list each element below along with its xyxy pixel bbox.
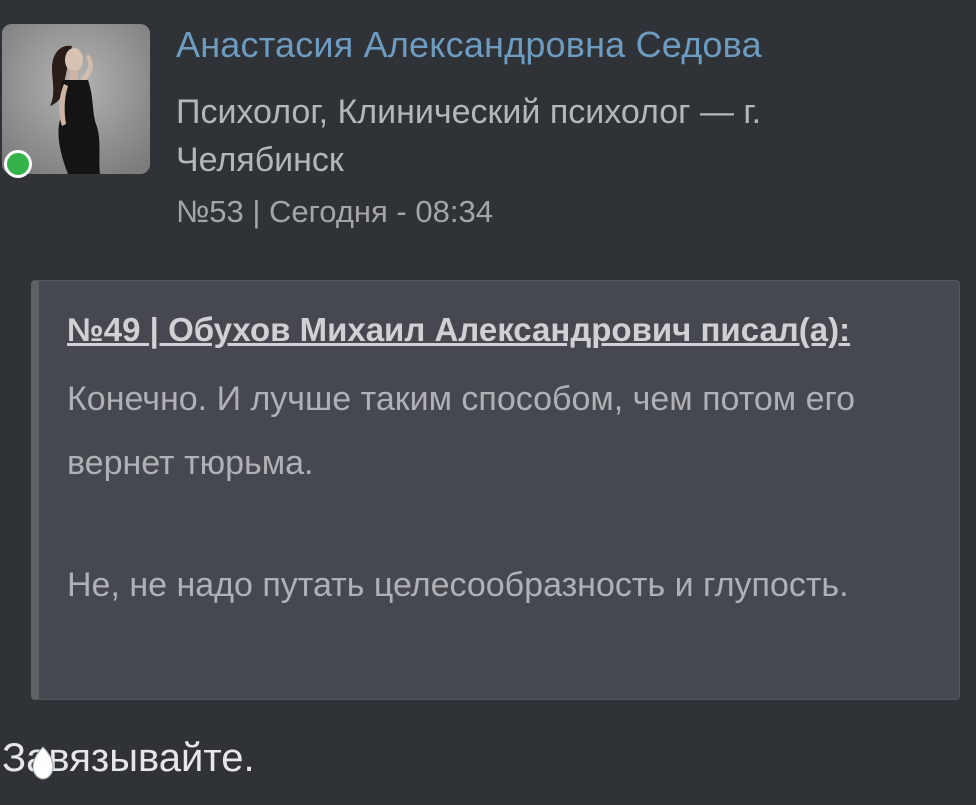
post-header: Анастасия Александровна Седова Психолог,…: [0, 0, 976, 260]
quote-body: Конечно. И лучше таким способом, чем пот…: [67, 367, 947, 617]
post-meta: №53 | Сегодня - 08:34: [176, 194, 493, 229]
quote-author-link[interactable]: №49 | Обухов Михаил Александрович писал(…: [67, 311, 850, 349]
online-status-indicator: [4, 150, 32, 178]
quote-block: №49 | Обухов Михаил Александрович писал(…: [31, 280, 960, 700]
quote-paragraph: Конечно. И лучше таким способом, чем пот…: [67, 380, 856, 482]
quote-paragraph: Не, не надо путать целесообразность и гл…: [67, 566, 849, 604]
author-name-link[interactable]: Анастасия Александровна Седова: [176, 24, 762, 66]
author-role: Психолог, Клинический психолог — г. Челя…: [176, 93, 762, 179]
text-cursor-handle-icon[interactable]: [32, 746, 54, 780]
